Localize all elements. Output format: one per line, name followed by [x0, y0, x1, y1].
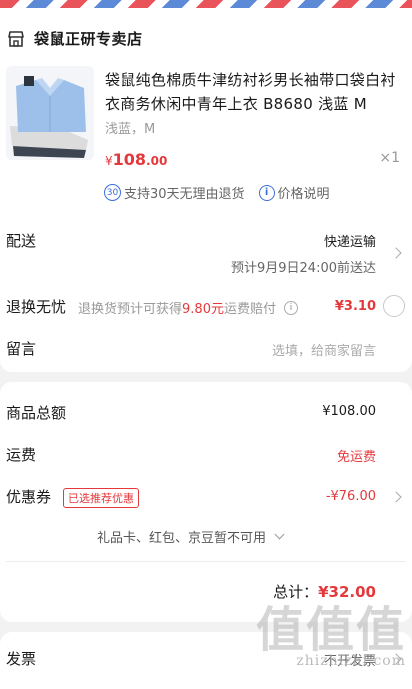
- goods-total-label: 商品总额: [6, 404, 67, 422]
- price-info-link[interactable]: 价格说明: [278, 183, 330, 202]
- order-total: 总计： ¥32.00: [273, 581, 376, 602]
- store-name: 袋鼠正研专卖店: [34, 30, 143, 48]
- return-policy-text[interactable]: 支持30天无理由退货: [124, 183, 245, 202]
- shirt-image-icon: [6, 66, 94, 160]
- return-desc-amount: 9.80元: [182, 302, 224, 317]
- service-row: 30 支持30天无理由退货 i 价格说明: [104, 183, 330, 202]
- store-header[interactable]: 袋鼠正研专卖店: [6, 28, 143, 49]
- price-currency: ¥: [105, 154, 113, 168]
- price-decimal: .00: [146, 154, 168, 168]
- product-quantity: ×1: [379, 150, 400, 166]
- product-thumbnail[interactable]: [6, 66, 94, 160]
- return-service-label: 退换无忧: [6, 298, 67, 316]
- return-desc-suffix: 运费赔付: [223, 302, 276, 317]
- help-icon[interactable]: i: [283, 300, 298, 315]
- store-icon: [8, 30, 24, 47]
- product-price: ¥108.00: [105, 150, 167, 169]
- total-label: 总计：: [273, 583, 319, 601]
- summary-divider: [6, 561, 406, 562]
- shipping-label: 运费: [6, 446, 37, 464]
- total-value: ¥32.00: [318, 583, 376, 601]
- price-integer: 108: [112, 150, 147, 169]
- return-service-radio[interactable]: [383, 295, 405, 317]
- product-spec: 浅蓝，M: [105, 122, 156, 137]
- watermark-logo: 值值值 zhizhizhi.com: [256, 605, 406, 669]
- coupon-badge-wrap: 已选推荐优惠: [63, 487, 139, 508]
- return-desc-prefix: 退换货预计可获得: [78, 302, 183, 317]
- info-icon: i: [258, 184, 275, 201]
- coupon-value[interactable]: -¥76.00: [326, 489, 376, 504]
- airmail-stripe-decoration: [0, 0, 412, 8]
- shipping-value: 免运费: [336, 450, 376, 465]
- coupon-badge: 已选推荐优惠: [63, 488, 139, 508]
- unavailable-cards-row[interactable]: 礼品卡、红包、京豆暂不可用: [97, 527, 285, 546]
- return-service-desc: 退换货预计可获得 9.80元 运费赔付 i: [78, 298, 298, 317]
- message-label: 留言: [6, 340, 37, 358]
- message-input[interactable]: 选填，给商家留言: [272, 340, 376, 359]
- product-title[interactable]: 袋鼠纯色棉质牛津纺衬衫男长袖带口袋白衬衣商务休闲中青年上衣 B8680 浅蓝 M: [105, 68, 405, 116]
- watermark-big: 值值值: [255, 602, 406, 658]
- goods-total-value: ¥108.00: [322, 404, 376, 419]
- coupon-label: 优惠券: [6, 488, 52, 506]
- return-service-price: ¥3.10: [334, 299, 376, 314]
- delivery-method[interactable]: 快递运输: [324, 231, 376, 250]
- thirty-day-return-icon: 30: [104, 184, 121, 201]
- delivery-label: 配送: [6, 232, 37, 250]
- unavailable-cards-text: 礼品卡、红包、京豆暂不可用: [97, 531, 267, 546]
- chevron-down-icon: [274, 529, 285, 540]
- invoice-label: 发票: [6, 650, 37, 668]
- delivery-eta: 预计9月9日24:00前送达: [230, 261, 376, 276]
